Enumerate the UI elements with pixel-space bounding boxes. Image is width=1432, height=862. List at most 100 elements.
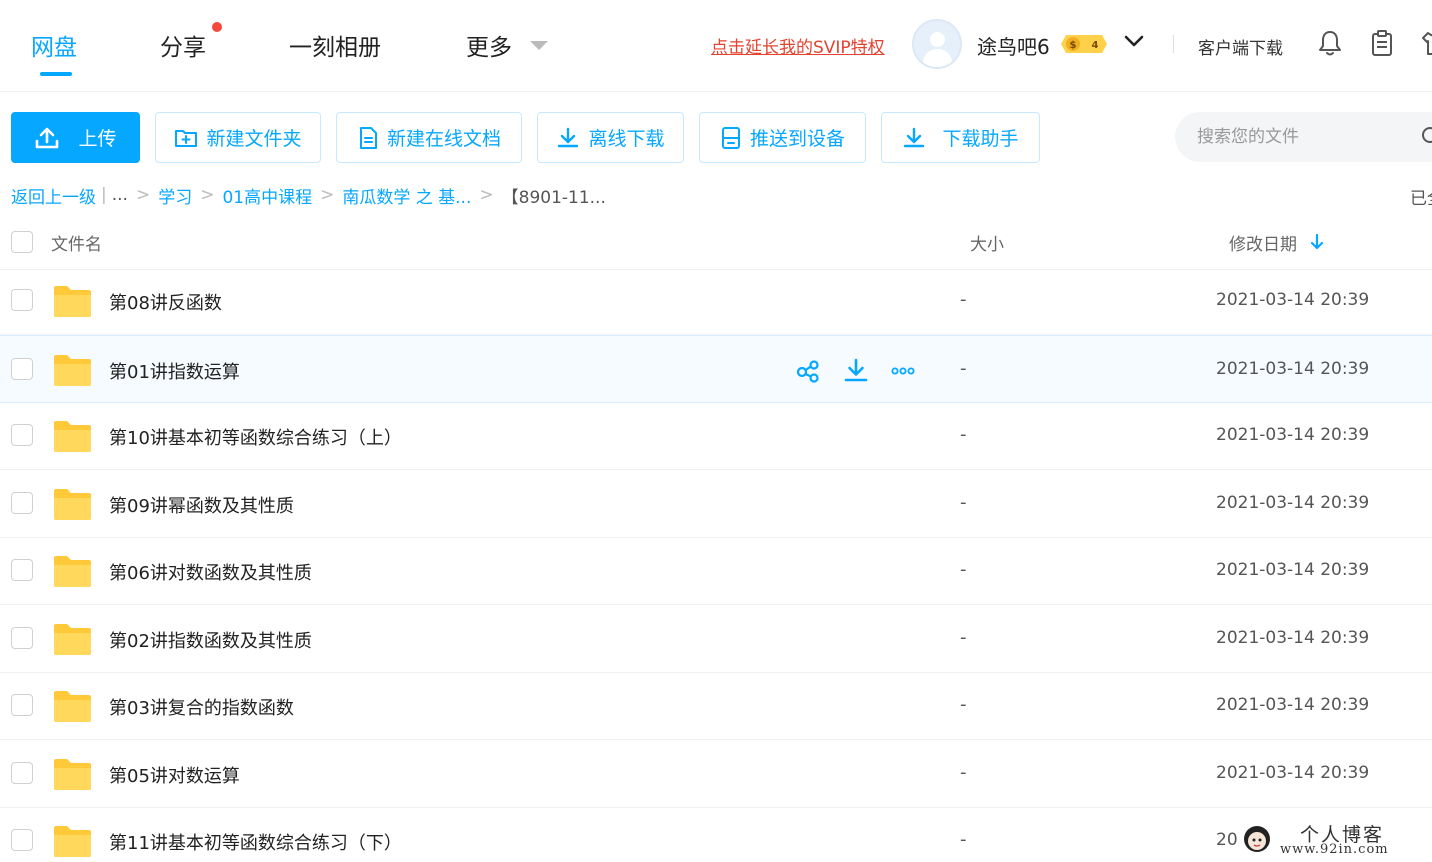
tab-more[interactable]: 更多 [466,28,512,62]
username[interactable]: 途鸟吧6 [977,31,1050,60]
push-to-device-button[interactable]: 推送到设备 [699,112,866,163]
row-checkbox[interactable] [11,829,33,851]
file-date: 2021-03-14 20:39 [1216,762,1370,783]
offline-download-label: 离线下载 [588,128,665,150]
file-name[interactable]: 第08讲反函数 [109,289,222,315]
row-checkbox[interactable] [11,491,33,514]
file-name[interactable]: 第05讲对数运算 [109,762,240,788]
device-icon [721,126,740,149]
file-size: - [960,829,967,850]
upload-button[interactable]: 上传 [11,112,140,163]
active-tab-indicator [40,72,72,76]
table-row[interactable]: 第03讲复合的指数函数 - 2021-03-14 20:39 [0,672,1432,740]
svip-extend-link[interactable]: 点击延长我的SVIP特权 [711,33,885,58]
folder-icon [54,286,91,317]
breadcrumb-item[interactable]: 南瓜数学 之 基... [342,183,471,208]
folder-icon [54,488,91,520]
file-date: 2021-03-14 20:39 [1216,290,1370,310]
file-name[interactable]: 第09讲幂函数及其性质 [109,492,294,518]
file-size: - [960,357,967,379]
table-row[interactable]: 第06讲对数函数及其性质 - 2021-03-14 20:39 [0,537,1432,605]
row-checkbox[interactable] [11,424,33,446]
caret-down-icon[interactable] [530,41,548,50]
table-row[interactable]: 第09讲幂函数及其性质 - 2021-03-14 20:39 [0,470,1432,538]
column-header-name[interactable]: 文件名 [51,230,102,255]
row-checkbox[interactable] [11,626,33,649]
tab-moment-album[interactable]: 一刻相册 [289,28,381,62]
table-row[interactable]: 第11讲基本初等函数综合练习（下） - 20 [0,807,1432,862]
file-size: - [960,424,967,445]
breadcrumb-current: 【8901-11... [501,187,606,208]
breadcrumb: 返回上一级 | ... > 学习 > 01高中课程 > 南瓜数学 之 基... … [11,182,606,208]
vip-level: 4 [1092,40,1099,51]
folder-icon [54,623,91,655]
folder-icon [54,691,91,722]
download-icon [558,127,579,147]
tab-share[interactable]: 分享 [160,28,206,62]
push-to-device-label: 推送到设备 [749,128,845,150]
search-input[interactable] [1197,112,1427,162]
table-row[interactable]: 第02讲指数函数及其性质 - 2021-03-14 20:39 [0,605,1432,673]
folder-icon [54,758,91,790]
file-size: - [960,761,967,783]
file-name[interactable]: 第03讲复合的指数函数 [109,694,294,720]
more-icon[interactable] [890,358,916,384]
file-name[interactable]: 第02讲指数函数及其性质 [109,627,312,653]
file-date: 20 [1216,830,1238,850]
top-nav: 网盘 分享 一刻相册 更多 点击延长我的SVIP特权 途鸟吧6 $ 4 客户端下… [0,0,1432,92]
watermark-face-icon [1244,826,1270,852]
bell-icon[interactable] [1316,29,1344,57]
row-checkbox[interactable] [11,357,33,380]
table-header: 文件名 大小 修改日期 [0,214,1432,270]
row-checkbox[interactable] [11,559,33,581]
row-checkbox[interactable] [11,289,33,311]
column-header-size[interactable]: 大小 [970,230,1004,255]
select-all-checkbox[interactable] [11,231,33,253]
download-icon [904,127,925,147]
table-row[interactable]: 第08讲反函数 - 2021-03-14 20:39 [0,267,1432,335]
breadcrumb-ellipsis[interactable]: ... [112,185,128,205]
breadcrumb-item[interactable]: 学习 [158,183,192,208]
table-row[interactable]: 第05讲对数运算 - 2021-03-14 20:39 [0,740,1432,808]
back-link[interactable]: 返回上一级 [11,183,96,208]
file-name[interactable]: 第01讲指数运算 [109,358,240,384]
divider [1173,35,1174,53]
breadcrumb-item[interactable]: 01高中课程 [222,183,312,208]
table-row[interactable]: 第01讲指数运算 - 2021-03-14 20:39 [0,334,1432,403]
file-name[interactable]: 第11讲基本初等函数综合练习（下） [109,829,402,855]
file-size: - [960,559,967,580]
file-date: 2021-03-14 20:39 [1216,358,1370,379]
sort-descending-icon[interactable] [1310,233,1324,251]
file-date: 2021-03-14 20:39 [1216,695,1370,715]
folder-icon [54,354,91,386]
download-helper-button[interactable]: 下载助手 [881,112,1040,163]
row-checkbox[interactable] [11,761,33,784]
svg-text:$: $ [1070,40,1077,51]
file-name[interactable]: 第06讲对数函数及其性质 [109,559,312,585]
new-online-doc-button[interactable]: 新建在线文档 [336,112,522,163]
row-checkbox[interactable] [11,694,33,716]
search-icon[interactable] [1421,126,1432,148]
upload-icon [36,127,59,148]
client-download-link[interactable]: 客户端下载 [1198,34,1283,59]
new-folder-button[interactable]: 新建文件夹 [155,112,321,163]
file-name[interactable]: 第10讲基本初等函数综合练习（上） [109,424,402,450]
watermark: 个人博客 www.92in.com [1238,818,1432,862]
table-row[interactable]: 第10讲基本初等函数综合练习（上） - 2021-03-14 20:39 [0,402,1432,470]
new-online-doc-label: 新建在线文档 [386,128,501,150]
offline-download-button[interactable]: 离线下载 [537,112,684,163]
file-date: 2021-03-14 20:39 [1216,492,1370,513]
clipboard-icon[interactable] [1368,29,1396,57]
shirt-icon[interactable] [1420,29,1432,57]
chevron-down-icon[interactable] [1124,34,1144,48]
upload-label: 上传 [78,128,117,150]
tab-netdisk[interactable]: 网盘 [31,28,77,62]
column-header-date[interactable]: 修改日期 [1229,230,1297,255]
file-size: - [960,694,967,715]
share-icon[interactable] [795,358,821,384]
download-icon[interactable] [843,358,869,384]
vip-level-badge: $ 4 [1061,35,1107,53]
notification-dot [212,22,222,32]
search-box [1175,112,1432,162]
avatar[interactable] [912,19,962,69]
